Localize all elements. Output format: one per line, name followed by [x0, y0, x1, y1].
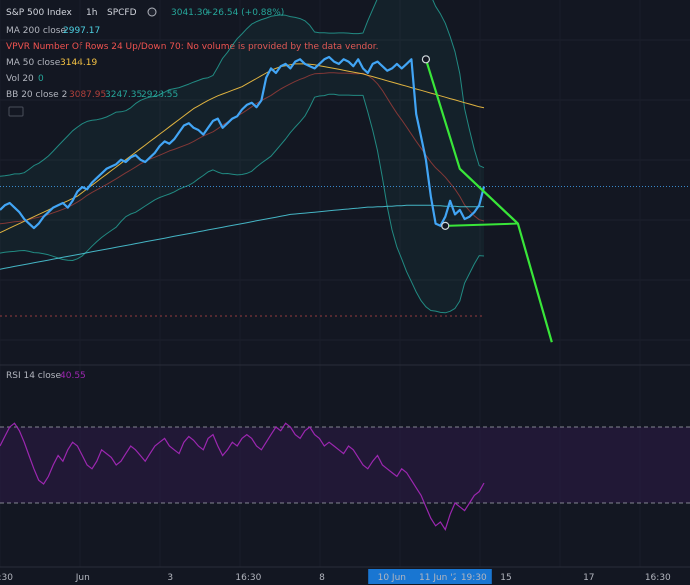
drawing-anchor-marker	[441, 221, 450, 230]
x-axis-tick-label: 3	[167, 573, 173, 583]
x-axis-tick-label: 17	[583, 573, 594, 583]
rsi-value: 40.55	[60, 371, 86, 381]
x-axis-tick-label: 16:30	[645, 573, 671, 583]
x-axis-tick-label: 8	[319, 573, 325, 583]
x-axis-tick-label: 19:30	[461, 573, 487, 583]
rsi-legend: RSI 14 close 40.55	[6, 371, 86, 381]
drawing-anchor-marker	[421, 55, 431, 64]
ma50-value: 3144.19	[60, 58, 97, 68]
ma200-label[interactable]: MA 200 close	[6, 26, 66, 36]
symbol-label[interactable]: S&P 500 Index	[6, 8, 73, 18]
rsi-band-fill	[0, 427, 690, 503]
exchange-label: SPCFD	[107, 8, 137, 18]
ma200-value: 2997.17	[63, 26, 100, 36]
status-dot-icon	[147, 7, 157, 17]
price-value: 3041.30	[171, 8, 208, 18]
interval-label[interactable]: 1h	[86, 8, 97, 18]
vol-label[interactable]: Vol 20	[6, 74, 34, 84]
vol-value: 0	[38, 74, 44, 84]
x-axis-tick-label: 16:30	[235, 573, 261, 583]
x-axis-tick-label: 16:30	[0, 573, 13, 583]
bb-label[interactable]: BB 20 close 2	[6, 90, 67, 100]
bb-middle-value: 3247.35	[105, 90, 142, 100]
bb-upper-value: 3087.95	[69, 90, 106, 100]
x-axis-tick-label: Jun	[75, 573, 90, 583]
ma50-label[interactable]: MA 50 close	[6, 58, 61, 68]
rsi-label[interactable]: RSI 14 close	[6, 371, 61, 381]
chart-root[interactable]: S&P 500 Index 1h SPCFD 3041.30 +26.54 (+…	[0, 0, 690, 585]
x-axis-tick-label: 15	[500, 573, 511, 583]
